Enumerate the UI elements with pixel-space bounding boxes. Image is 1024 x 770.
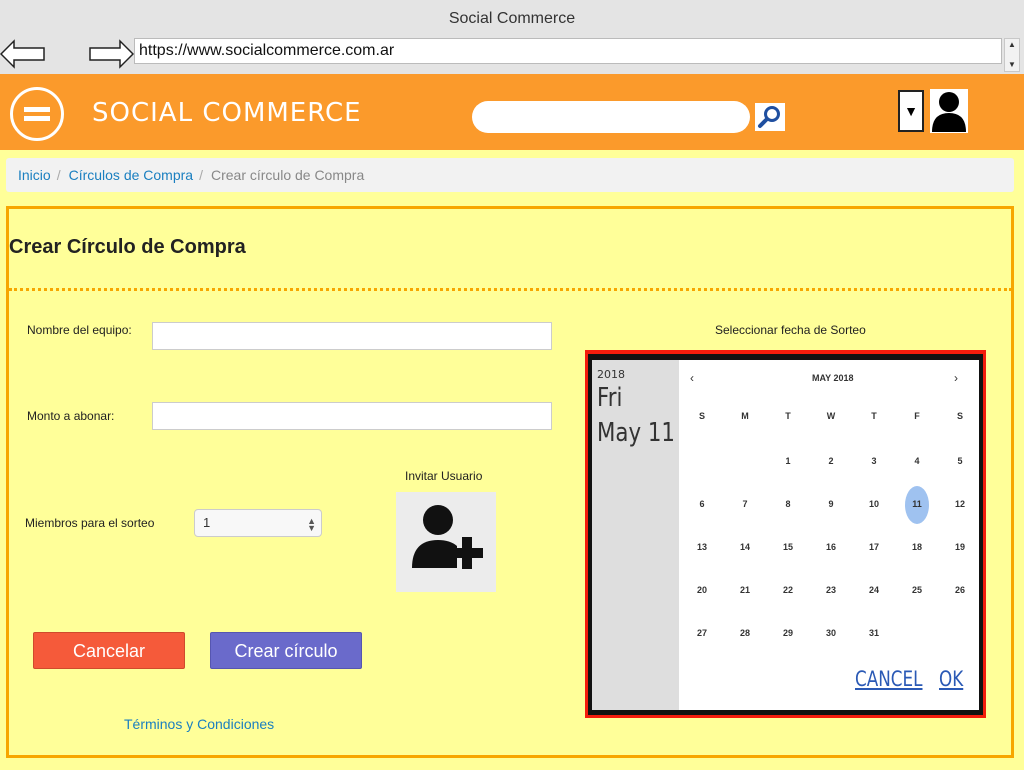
window-title: Social Commerce	[448, 10, 576, 27]
menu-icon-bar	[24, 116, 50, 121]
calendar-day[interactable]: 25	[905, 582, 929, 598]
members-select[interactable]: 1 ▲ ▼	[194, 509, 322, 537]
weekday-header: M	[741, 411, 749, 421]
calendar-day[interactable]: 9	[819, 496, 843, 512]
browser-chrome: Social Commerce ▲ ▼	[0, 0, 1024, 74]
search-icon	[758, 106, 780, 128]
members-label: Miembros para el sorteo	[25, 516, 155, 530]
calendar-day[interactable]: 16	[819, 539, 843, 555]
weekday-header: F	[914, 411, 920, 421]
picker-cancel-button[interactable]: CANCEL	[855, 667, 923, 691]
prev-month-icon[interactable]: ‹	[690, 371, 694, 385]
forward-arrow-icon[interactable]	[88, 38, 134, 70]
search-button[interactable]	[755, 103, 785, 131]
calendar-day[interactable]: 4	[905, 453, 929, 469]
date-picker-label: Seleccionar fecha de Sorteo	[715, 323, 866, 337]
selected-date: May 11	[597, 418, 675, 448]
calendar-day[interactable]: 27	[690, 625, 714, 641]
add-user-icon	[412, 505, 483, 569]
calendar-day[interactable]: 1	[776, 453, 800, 469]
calendar-day[interactable]: 8	[776, 496, 800, 512]
calendar-day[interactable]: 24	[862, 582, 886, 598]
page-title: Crear Círculo de Compra	[9, 236, 246, 258]
weekday-header: W	[826, 411, 836, 421]
calendar-day[interactable]: 14	[733, 539, 757, 555]
calendar-day[interactable]: 31	[862, 625, 886, 641]
calendar-day[interactable]: 22	[776, 582, 800, 598]
url-scrollbar[interactable]: ▲ ▼	[1004, 38, 1020, 72]
app-header: SOCIAL COMMERCE ▼	[0, 74, 1024, 150]
menu-icon	[24, 107, 50, 112]
calendar-day[interactable]: 10	[862, 496, 886, 512]
calendar-day[interactable]: 12	[948, 496, 972, 512]
breadcrumb: Inicio / Círculos de Compra / Crear círculo …	[6, 158, 1014, 192]
invite-user-label: Invitar Usuario	[405, 469, 483, 483]
create-circle-button[interactable]: Crear círculo	[210, 632, 362, 669]
weekday-header: T	[785, 411, 791, 421]
calendar-day[interactable]: 3	[862, 453, 886, 469]
weekday-header: T	[871, 411, 877, 421]
calendar-day[interactable]: 7	[733, 496, 757, 512]
cancel-button[interactable]: Cancelar	[33, 632, 185, 669]
next-month-icon[interactable]: ›	[954, 371, 958, 385]
calendar-day[interactable]: 29	[776, 625, 800, 641]
calendar-day[interactable]: 20	[690, 582, 714, 598]
brand-title: SOCIAL COMMERCE	[92, 98, 362, 128]
breadcrumb-separator: /	[199, 167, 203, 183]
avatar[interactable]	[930, 89, 968, 133]
breadcrumb-circulos[interactable]: Círculos de Compra	[69, 167, 194, 183]
user-icon	[932, 92, 966, 132]
breadcrumb-inicio[interactable]: Inicio	[18, 167, 51, 183]
selected-year[interactable]: 2018	[597, 368, 625, 381]
calendar-day[interactable]: 28	[733, 625, 757, 641]
team-name-label: Nombre del equipo:	[27, 323, 132, 337]
user-dropdown-button[interactable]: ▼	[898, 90, 924, 132]
scroll-down-icon[interactable]: ▼	[1008, 61, 1016, 69]
calendar-day[interactable]: 17	[862, 539, 886, 555]
month-title: MAY 2018	[812, 373, 854, 383]
divider	[9, 288, 1012, 291]
calendar-day[interactable]: 23	[819, 582, 843, 598]
picker-ok-button[interactable]: OK	[939, 667, 963, 691]
calendar-day[interactable]: 2	[819, 453, 843, 469]
members-select-value: 1	[203, 515, 211, 530]
invite-user-button[interactable]	[396, 492, 496, 592]
calendar-day[interactable]: 13	[690, 539, 714, 555]
calendar-day[interactable]: 19	[948, 539, 972, 555]
calendar-day[interactable]: 11	[905, 496, 929, 512]
weekday-header: S	[698, 411, 705, 421]
url-bar[interactable]	[134, 38, 1002, 64]
calendar-day[interactable]: 18	[905, 539, 929, 555]
menu-button[interactable]	[10, 87, 64, 141]
chevron-down-icon: ▼	[307, 523, 316, 533]
calendar-day[interactable]: 6	[690, 496, 714, 512]
weekday-header: S	[956, 411, 963, 421]
search-input[interactable]	[472, 101, 750, 133]
calendar-day[interactable]: 30	[819, 625, 843, 641]
calendar-day[interactable]: 21	[733, 582, 757, 598]
scroll-up-icon[interactable]: ▲	[1008, 41, 1016, 49]
team-name-field[interactable]	[152, 322, 552, 350]
calendar-day[interactable]: 26	[948, 582, 972, 598]
amount-label: Monto a abonar:	[27, 409, 115, 423]
back-arrow-icon[interactable]	[0, 38, 46, 70]
selected-weekday: Fri	[597, 383, 623, 413]
calendar-day[interactable]: 15	[776, 539, 800, 555]
breadcrumb-current: Crear círculo de Compra	[210, 167, 365, 183]
terms-link[interactable]: Términos y Condiciones	[124, 716, 274, 732]
breadcrumb-separator: /	[56, 167, 61, 183]
amount-field[interactable]	[152, 402, 552, 430]
calendar-day[interactable]: 5	[948, 453, 972, 469]
